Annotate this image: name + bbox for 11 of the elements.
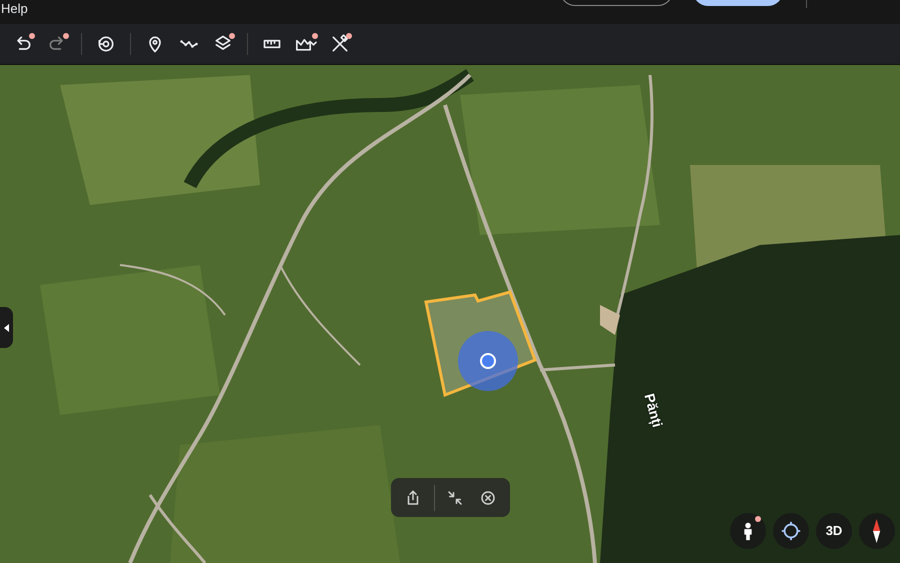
crosshair-icon [780, 520, 802, 542]
menu-item[interactable]: Help [1, 0, 28, 18]
panel-toggle[interactable] [0, 307, 13, 348]
close-icon [478, 488, 497, 506]
history-icon [96, 34, 116, 54]
road-label: Pănți [640, 391, 667, 430]
caret-icon [4, 324, 9, 332]
compass-icon [873, 519, 881, 543]
collapse-icon [446, 488, 464, 506]
tools-icon [330, 34, 350, 54]
location-marker [458, 331, 518, 391]
